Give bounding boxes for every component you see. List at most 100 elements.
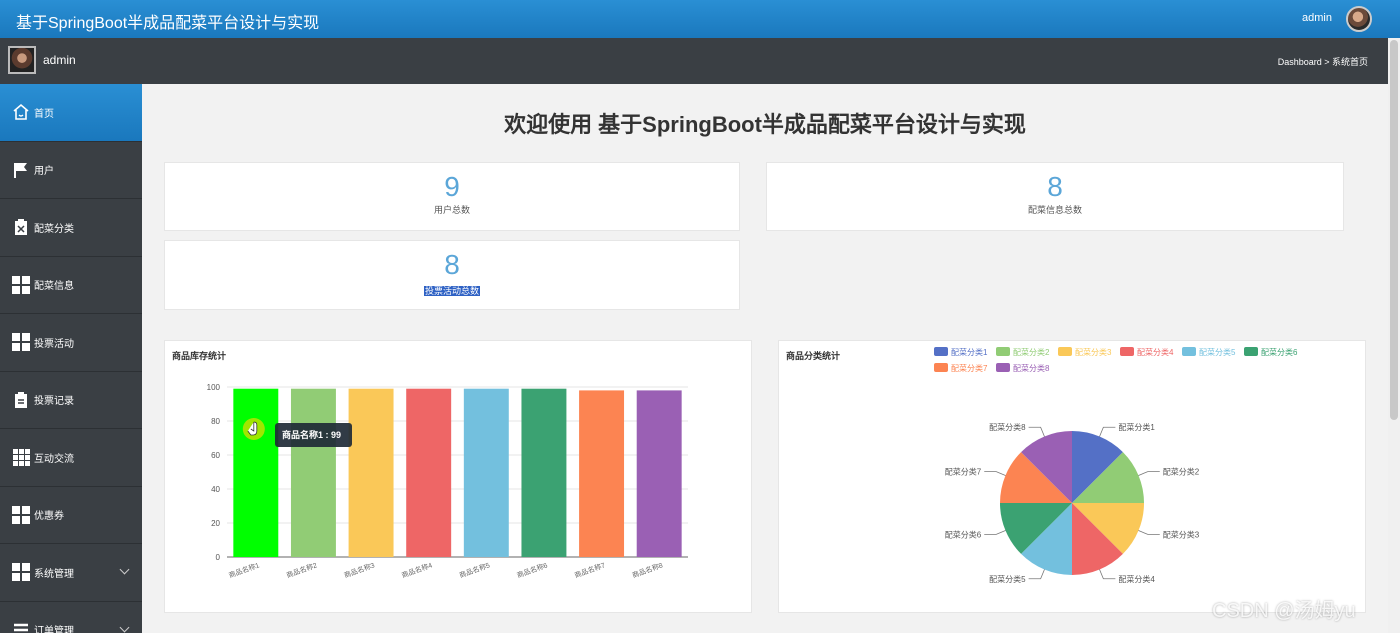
stock-chart-panel: 商品库存统计 0 20 40 60 80 100 商品名称1 商品名称2 商品名称3 商品名称4 商…: [164, 340, 752, 613]
bar[interactable]: [290, 388, 336, 557]
legend-label: 配菜分类8: [1013, 363, 1050, 373]
stat-card-votes: 8 投票活动总数: [164, 240, 740, 310]
bar[interactable]: [521, 388, 567, 557]
label-line: [1099, 426, 1116, 437]
slice-label: 配菜分类8: [989, 422, 1026, 432]
home-icon: [12, 103, 30, 121]
y-tick-label: 80: [211, 417, 220, 426]
page-scrollbar[interactable]: [1388, 38, 1400, 633]
stat-value: 8: [1047, 171, 1063, 202]
legend-label: 配菜分类3: [1075, 347, 1112, 357]
label-line: [984, 530, 1006, 535]
sidebar-item-label: 订单管理: [34, 626, 74, 633]
slice-label: 配菜分类6: [945, 529, 982, 539]
sidebar-item-dish-category[interactable]: 配菜分类: [0, 199, 142, 257]
breadcrumb[interactable]: Dashboard > 系统首页: [1278, 55, 1368, 68]
sidebar-item-coupons[interactable]: 优惠券: [0, 487, 142, 544]
legend-swatch: [996, 363, 1010, 372]
legend-swatch: [1244, 347, 1258, 356]
tooltip-text: 商品名称1 : 99: [282, 429, 341, 440]
grid9-icon: [12, 448, 30, 466]
label-line: [1138, 530, 1160, 535]
grid-icon: [12, 333, 30, 352]
legend-swatch: [1058, 347, 1072, 356]
bar[interactable]: [463, 388, 509, 557]
legend-swatch: [934, 347, 948, 356]
slice-label: 配菜分类1: [1118, 422, 1155, 432]
sidebar-item-home[interactable]: 首页: [0, 84, 142, 142]
bar[interactable]: [579, 390, 625, 557]
stat-label: 配菜信息总数: [1027, 205, 1082, 215]
header-username[interactable]: admin: [1302, 12, 1332, 24]
stat-label: 用户总数: [433, 205, 470, 215]
list-icon: [12, 621, 30, 633]
sidebar-item-interaction[interactable]: 互动交流: [0, 429, 142, 487]
app-title: 基于SpringBoot半成品配菜平台设计与实现: [16, 15, 320, 32]
x-tick-label: 商品名称8: [631, 560, 664, 579]
page-title: 欢迎使用 基于SpringBoot半成品配菜平台设计与实现: [504, 112, 1026, 137]
y-tick-label: 0: [216, 553, 221, 562]
y-tick-label: 60: [211, 451, 220, 460]
sidebar: 首页 用户 配菜分类 配菜信息 投票活动 投票记录 互动交流 优惠券 系统管理: [0, 84, 142, 633]
bar[interactable]: [636, 390, 682, 557]
sidebar-item-label: 配菜信息: [34, 281, 74, 293]
sidebar-item-dish-info[interactable]: 配菜信息: [0, 257, 142, 314]
bar[interactable]: [233, 388, 279, 557]
legend-label: 配菜分类4: [1137, 347, 1174, 357]
slice-label: 配菜分类2: [1163, 467, 1200, 477]
sidebar-item-label: 系统管理: [34, 568, 74, 580]
legend-swatch: [1120, 347, 1134, 356]
sidebar-item-label: 优惠券: [34, 511, 64, 523]
sidebar-item-vote-records[interactable]: 投票记录: [0, 372, 142, 429]
x-tick-label: 商品名称6: [516, 560, 549, 579]
y-tick-label: 40: [211, 485, 220, 494]
watermark: CSDN @汤姆yu: [1212, 600, 1356, 622]
clipboard-icon: [12, 391, 30, 409]
sidebar-item-label: 投票活动: [34, 338, 74, 350]
legend-swatch: [934, 363, 948, 372]
label-line: [1138, 471, 1160, 476]
sidebar-item-users[interactable]: 用户: [0, 142, 142, 199]
pie-chart[interactable]: 配菜分类1 配菜分类2 配菜分类3 配菜分类4 配菜分类5 配菜分类6 配菜分类7 配菜分类8…: [779, 341, 1367, 614]
sidebar-item-vote-activity[interactable]: 投票活动: [0, 314, 142, 372]
clipboard-x-icon: [12, 218, 30, 236]
bar[interactable]: [348, 388, 394, 557]
x-tick-label: 商品名称1: [227, 560, 260, 579]
slice-label: 配菜分类7: [945, 467, 982, 477]
legend-label: 配菜分类5: [1199, 347, 1236, 357]
legend-label: 配菜分类6: [1261, 347, 1298, 357]
legend-swatch: [996, 347, 1010, 356]
scrollbar-thumb[interactable]: [1390, 40, 1398, 420]
flag-icon: [12, 161, 30, 179]
sidebar-item-label: 配菜分类: [34, 223, 74, 235]
sub-header: admin Dashboard > 系统首页: [0, 38, 1400, 84]
x-tick-label: 商品名称2: [285, 560, 318, 579]
label-line: [984, 471, 1006, 476]
x-tick-label: 商品名称3: [343, 560, 376, 579]
stat-card-users: 9 用户总数: [164, 162, 740, 231]
x-tick-label: 商品名称4: [400, 560, 433, 579]
category-chart-panel: 商品分类统计 配菜分类1 配菜分类2 配菜分类3 配菜分类4 配菜分类5 配菜分类6 配菜分…: [778, 340, 1366, 613]
sidebar-item-label: 投票记录: [34, 396, 74, 408]
slice-label: 配菜分类4: [1118, 574, 1155, 584]
y-tick-label: 20: [211, 519, 220, 528]
x-tick-label: 商品名称7: [573, 560, 606, 579]
bar-chart[interactable]: 0 20 40 60 80 100 商品名称1 商品名称2 商品名称3 商品名称4 商品名称5 商品名…: [165, 341, 753, 614]
sidebar-username: admin: [43, 53, 76, 67]
sidebar-item-order-management[interactable]: 订单管理: [0, 602, 142, 633]
sidebar-item-system-management[interactable]: 系统管理: [0, 544, 142, 602]
label-line: [1099, 569, 1116, 580]
sidebar-item-label: 用户: [34, 166, 54, 178]
grid-icon: [12, 275, 30, 294]
x-tick-label: 商品名称5: [458, 560, 491, 579]
label-line: [1028, 569, 1045, 580]
stat-card-dishes: 8 配菜信息总数: [766, 162, 1344, 231]
stat-value: 8: [444, 249, 460, 280]
stat-label: 投票活动总数: [423, 286, 480, 296]
user-avatar-icon[interactable]: [1346, 6, 1372, 32]
legend-label: 配菜分类2: [1013, 347, 1050, 357]
bar[interactable]: [406, 388, 452, 557]
stat-value: 9: [444, 171, 460, 202]
slice-label: 配菜分类5: [989, 574, 1026, 584]
grid-icon: [12, 563, 30, 582]
